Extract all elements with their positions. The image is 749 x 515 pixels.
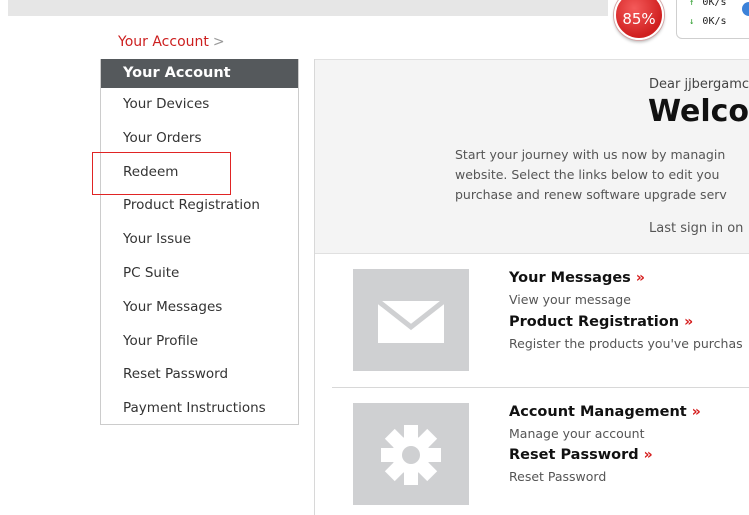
intro-line-1: Start your journey with us now by managi… — [455, 147, 726, 162]
account-management-desc: Manage your account — [509, 426, 645, 441]
account-sidebar: Your Account Your Devices Your Orders Re… — [100, 59, 299, 425]
welcome-title: Welco — [648, 94, 749, 129]
chevron-right-icon: » — [635, 270, 645, 286]
reset-password-desc: Reset Password — [509, 469, 607, 484]
chevron-right-icon: » — [643, 447, 653, 463]
expand-icon[interactable] — [742, 2, 749, 16]
memory-gauge[interactable]: 85% — [614, 0, 664, 40]
sidebar-item-your-profile[interactable]: Your Profile — [101, 325, 298, 359]
sidebar-item-your-orders[interactable]: Your Orders — [101, 122, 298, 156]
your-messages-link-label: Your Messages — [509, 270, 631, 286]
breadcrumb-separator: > — [212, 34, 225, 50]
sidebar-item-your-messages[interactable]: Your Messages — [101, 291, 298, 325]
your-messages-link[interactable]: Your Messages» — [509, 270, 645, 286]
sidebar-item-pc-suite[interactable]: PC Suite — [101, 257, 298, 291]
account-management-tile[interactable] — [353, 403, 469, 505]
sidebar-item-your-issue[interactable]: Your Issue — [101, 223, 298, 257]
reset-password-link[interactable]: Reset Password» — [509, 447, 653, 463]
reset-password-link-label: Reset Password — [509, 447, 639, 463]
download-arrow-icon: ↓ — [689, 17, 695, 27]
greeting-text: Dear jjbergamc — [649, 77, 749, 92]
intro-line-2: website. Select the links below to edit … — [455, 167, 720, 182]
product-registration-link[interactable]: Product Registration» — [509, 314, 693, 330]
chevron-right-icon: » — [691, 404, 701, 420]
account-management-link[interactable]: Account Management» — [509, 404, 701, 420]
breadcrumb: Your Account > — [118, 34, 225, 50]
sidebar-item-payment-instructions[interactable]: Payment Instructions — [101, 392, 298, 426]
network-speed-widget: ↑ 0K/s ↓ 0K/s — [676, 0, 749, 39]
upload-arrow-icon: ↑ — [689, 0, 695, 8]
product-registration-link-label: Product Registration — [509, 314, 680, 330]
account-management-link-label: Account Management — [509, 404, 687, 420]
browser-top-bar — [8, 0, 608, 16]
download-speed-row: ↓ 0K/s — [689, 16, 727, 27]
last-sign-in: Last sign in on — [649, 221, 744, 236]
chevron-right-icon: » — [684, 314, 694, 330]
redeem-highlight-box — [92, 152, 231, 195]
envelope-icon — [376, 299, 446, 343]
messages-tile[interactable] — [353, 269, 469, 371]
download-speed: 0K/s — [702, 16, 727, 27]
sidebar-item-reset-password[interactable]: Reset Password — [101, 358, 298, 392]
your-messages-desc: View your message — [509, 292, 631, 307]
upload-speed-row: ↑ 0K/s — [689, 0, 727, 8]
intro-line-3: purchase and renew software upgrade serv — [455, 187, 727, 202]
sidebar-header: Your Account — [101, 59, 298, 88]
sidebar-item-your-devices[interactable]: Your Devices — [101, 88, 298, 122]
product-registration-desc: Register the products you've purchas — [509, 336, 743, 351]
section-divider — [332, 387, 749, 388]
breadcrumb-current[interactable]: Your Account — [118, 34, 209, 50]
upload-speed: 0K/s — [702, 0, 727, 8]
gear-icon — [381, 425, 441, 485]
